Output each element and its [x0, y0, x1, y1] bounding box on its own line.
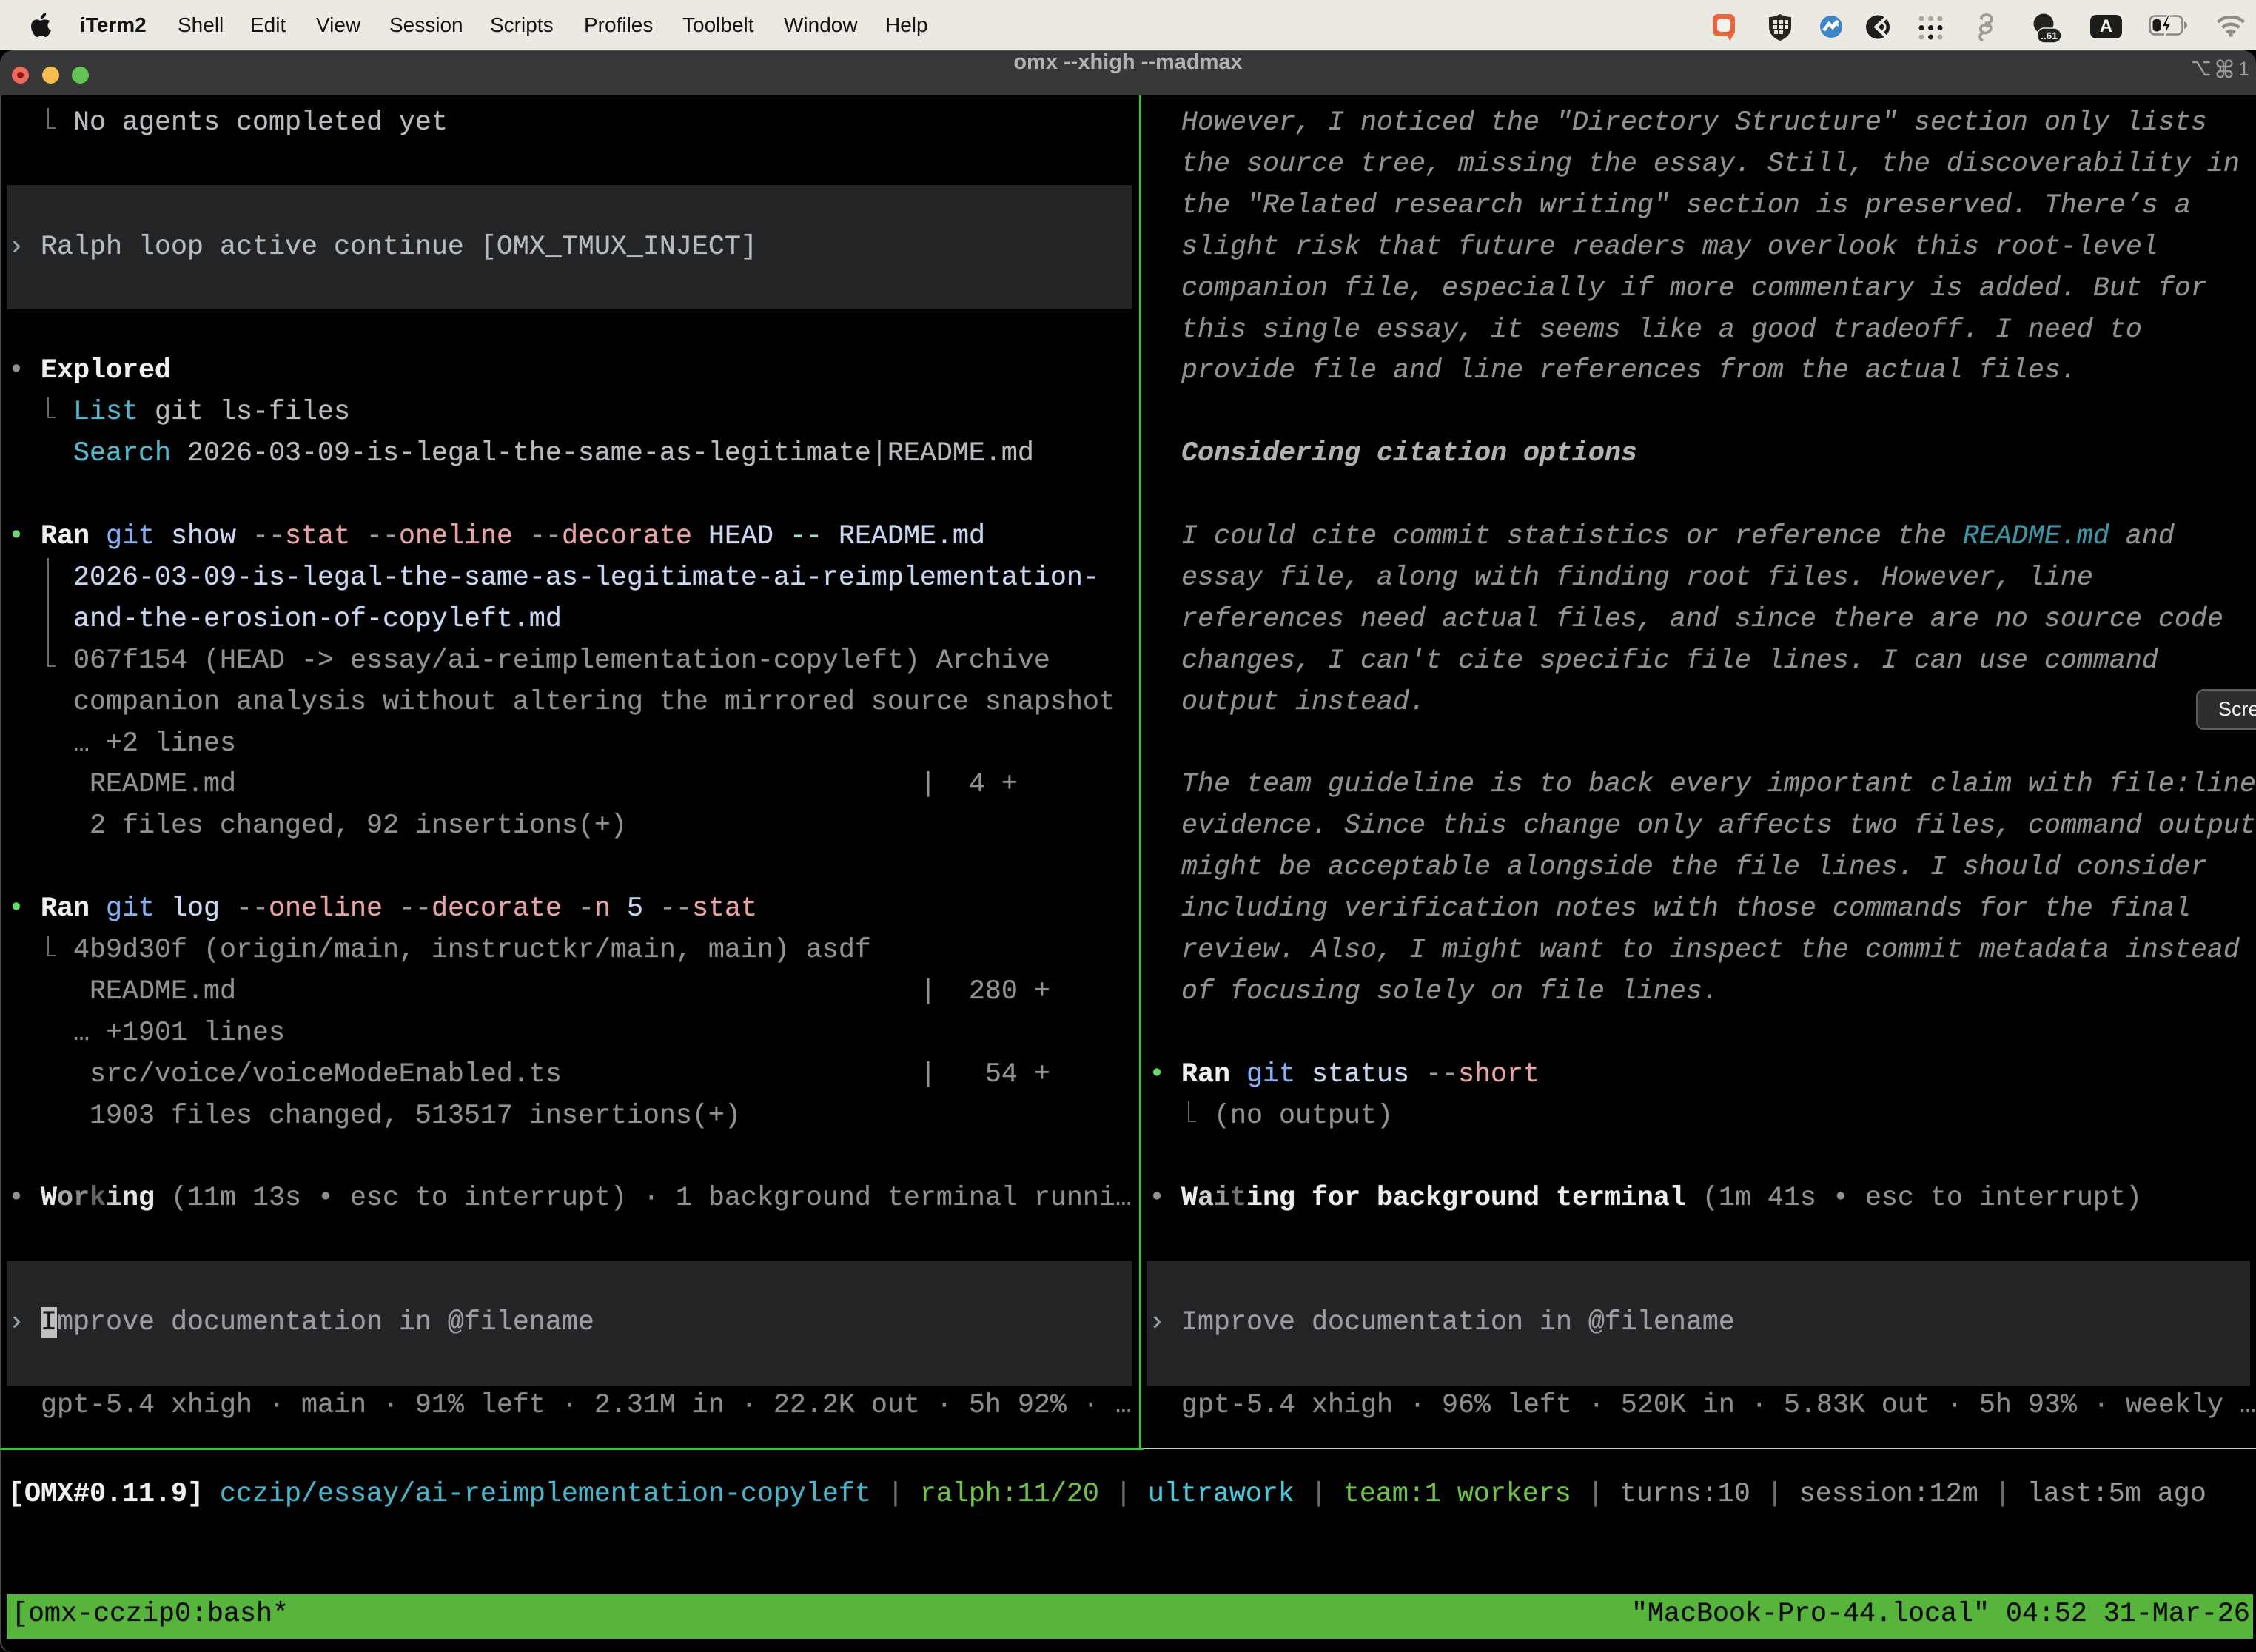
svg-text:..61: ..61: [2041, 30, 2058, 41]
svg-text:1: 1: [2238, 58, 2249, 80]
